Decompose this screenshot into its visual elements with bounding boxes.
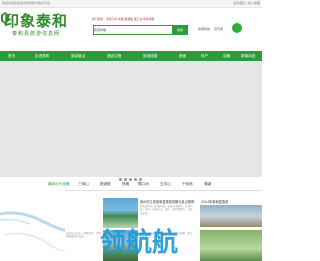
carousel-dot[interactable] bbox=[134, 178, 137, 181]
tab-sanjiashan[interactable]: 三驾山 bbox=[78, 180, 89, 188]
top-right-links[interactable]: 设为首页 | 加入收藏 bbox=[233, 0, 260, 7]
article-title[interactable]: 2024年泰和县旅游 bbox=[201, 199, 228, 204]
banner-carousel[interactable] bbox=[0, 61, 262, 177]
tab-qianqiuta[interactable]: 千秋塔 bbox=[182, 180, 193, 188]
header-link-selfdrive[interactable]: 自驾游 bbox=[214, 27, 223, 31]
article-summary: 这里有山有水，风景优美，是夏季避暑的好去处。 bbox=[66, 232, 102, 239]
tab-latest[interactable]: 最新出行攻略 bbox=[48, 180, 70, 188]
search-button[interactable]: 搜索 bbox=[172, 25, 188, 35]
article-thumbnail[interactable] bbox=[200, 205, 262, 227]
nav-item-routes[interactable]: 旅游线路 bbox=[143, 51, 157, 61]
tab-yuhuashan[interactable]: 玉华山 bbox=[160, 180, 171, 188]
wechat-icon[interactable] bbox=[232, 23, 242, 33]
tab-puhu[interactable]: 蒲湖 bbox=[204, 180, 211, 188]
search-input[interactable] bbox=[113, 26, 175, 34]
tab-chatanbei[interactable]: 槎滩陂 bbox=[100, 180, 111, 188]
tab-kuaige[interactable]: 快阁 bbox=[122, 180, 129, 188]
logo-title[interactable]: 印象泰和 bbox=[4, 10, 68, 31]
top-bar: 欢迎访问泰和县文旅局官方信息平台 设为首页 | 加入收藏 bbox=[0, 0, 262, 8]
carousel-dot[interactable] bbox=[129, 178, 132, 181]
tab-shukouzhou[interactable]: 蜀口洲 bbox=[138, 180, 149, 188]
tabs-divider bbox=[36, 190, 262, 191]
search-category-select[interactable]: 旅游攻略 bbox=[94, 26, 112, 34]
nav-item-hotel[interactable]: 酒店住宿 bbox=[107, 51, 121, 61]
logo-subtitle: 泰和县旅游信息网 bbox=[12, 31, 61, 37]
nav-item-news[interactable]: 新闻动态 bbox=[241, 51, 255, 61]
nav-item-specialty[interactable]: 特产 bbox=[201, 51, 208, 61]
nav-item-home[interactable]: 首页 bbox=[8, 51, 15, 61]
search-hot-keywords[interactable]: 热门搜索：泰和乌鸡 快阁 槎滩陂 蜀口洲 旅游攻略 bbox=[92, 17, 154, 21]
top-notice: 欢迎访问泰和县文旅局官方信息平台 bbox=[2, 1, 51, 5]
article-thumbnail[interactable] bbox=[200, 230, 262, 261]
header-link-guide[interactable]: 旅游导航 bbox=[198, 27, 210, 31]
main-nav: 首页 走进泰和 旅游景点 酒店住宿 旅游线路 美食 特产 攻略 新闻动态 bbox=[0, 51, 262, 61]
header-links: 旅游导航 自驾游 bbox=[198, 27, 226, 31]
nav-item-scenic[interactable]: 旅游景点 bbox=[71, 51, 85, 61]
watermark-logo: 领航航 bbox=[100, 228, 179, 258]
nav-item-food[interactable]: 美食 bbox=[179, 51, 186, 61]
article-title[interactable]: 赣州的江西泰和县旅游攻略与景点推荐 bbox=[140, 199, 194, 204]
nav-item-guide[interactable]: 攻略 bbox=[223, 51, 230, 61]
nav-item-about[interactable]: 走进泰和 bbox=[35, 51, 49, 61]
map-image bbox=[0, 190, 65, 261]
